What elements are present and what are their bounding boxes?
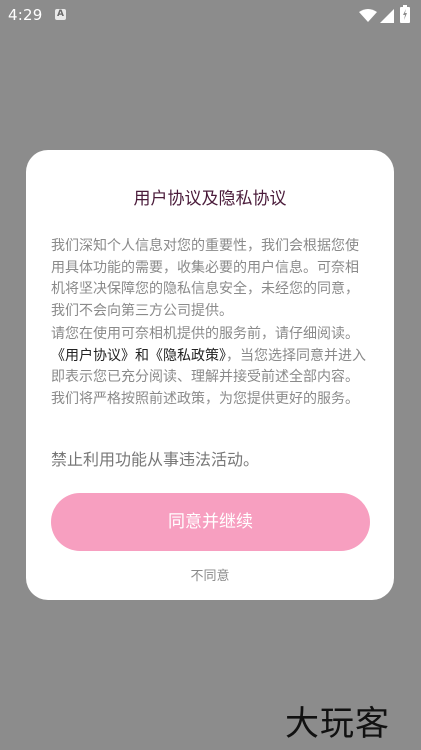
signal-icon xyxy=(380,8,394,27)
illegal-use-warning: 禁止利用功能从事违法活动。 xyxy=(51,450,260,469)
user-agreement-link[interactable]: 《用户协议》 xyxy=(51,348,135,364)
privacy-agreement-dialog: 用户协议及隐私协议 我们深知个人信息对您的重要性，我们会根据您使用具体功能的需要… xyxy=(26,150,394,600)
watermark-logo: 大玩客 xyxy=(285,704,390,744)
dialog-title: 用户协议及隐私协议 xyxy=(133,189,287,209)
battery-icon xyxy=(400,5,410,27)
dialog-body: 我们深知个人信息对您的重要性，我们会根据您使用具体功能的需要，收集必要的用户信息… xyxy=(51,236,371,410)
disagree-button[interactable]: 不同意 xyxy=(26,565,394,584)
privacy-policy-link[interactable]: 《隐私政策》 xyxy=(149,348,226,364)
paragraph-agreement-prefix: 请您在使用可奈相机提供的服务前，请仔细阅读。 xyxy=(51,326,359,342)
wifi-icon xyxy=(359,8,377,27)
paragraph-agreement: 请您在使用可奈相机提供的服务前，请仔细阅读。《用户协议》和《隐私政策》，当您选择… xyxy=(51,324,371,410)
agree-and-continue-button[interactable]: 同意并继续 xyxy=(51,493,370,551)
and-text: 和 xyxy=(135,347,149,364)
notification-icon: A xyxy=(55,9,66,20)
paragraph-data-collection: 我们深知个人信息对您的重要性，我们会根据您使用具体功能的需要，收集必要的用户信息… xyxy=(51,238,359,319)
status-bar: 4:29 A xyxy=(0,0,421,30)
status-time: 4:29 xyxy=(8,6,43,24)
